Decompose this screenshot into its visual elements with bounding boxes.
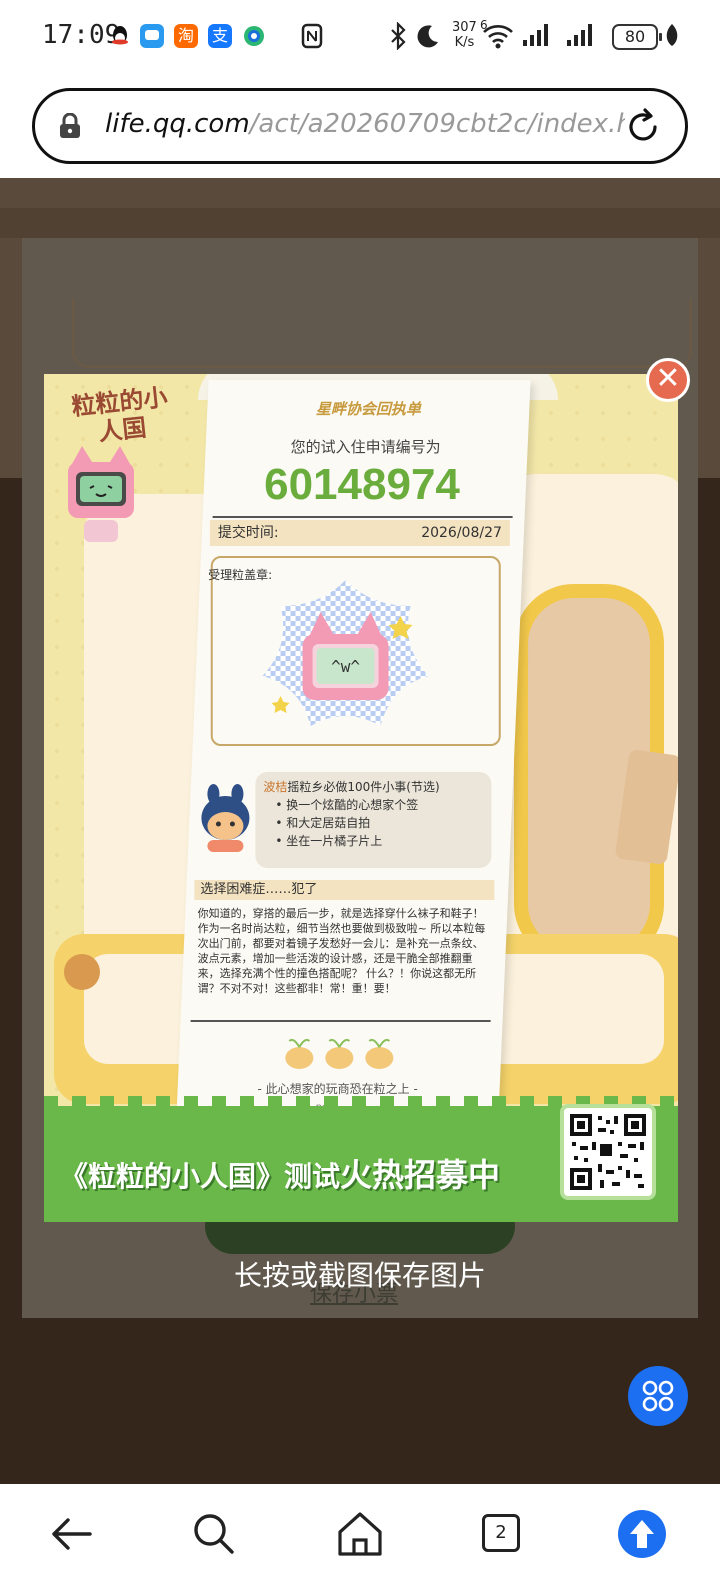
battery-indicator: 80 [612,24,662,50]
receipt-divider-bottom [190,1020,491,1022]
upload-button[interactable] [614,1506,670,1562]
robot-mascot-icon [68,446,134,542]
application-label: 您的试入住申请编号为 [290,438,441,456]
todo-item: 坐在一片橘子片上 [275,832,483,850]
net-speed: 307 K/s [452,20,477,50]
save-image-tip: 长按或截图保存图片 [233,1259,486,1292]
submit-time-value: 2026/08/27 [421,525,502,541]
todo-title-rest: 摇粒乡必做100件小事(节选) [287,780,440,794]
url-host: life.qq.com [105,109,250,139]
todo-item: 和大定居菇自拍 [275,814,483,832]
back-button[interactable] [44,1506,100,1562]
banner-hot: 火热招募中 [340,1156,501,1194]
receipt-paper: 星畔协会回执单 您的试入住申请编号为 60148974 提交时间: 2026/0… [175,380,531,1140]
message-icon [140,24,164,48]
url-text[interactable]: life.qq.com/act/a20260709cbt2c/index.htm… [105,109,625,139]
banner-prefix: 《粒粒的小人国》测试 [60,1160,341,1193]
bluetooth-icon [388,21,408,52]
qq-icon [108,24,132,48]
grid-icon [642,1380,674,1412]
recruit-banner: 《粒粒的小人国》测试火热招募中 [60,1150,500,1196]
signal-icon-2 [566,22,596,52]
bojie-avatar-icon [201,784,250,852]
tabs-button[interactable]: 2 [474,1506,530,1562]
section-title: 选择困难症……犯了 [194,880,495,900]
qr-code-icon [560,1104,656,1200]
wifi-icon: 6 [480,18,514,52]
moon-icon [414,22,440,52]
status-bar: 17:09 淘 支 307 K/s 6 80 [0,0,720,72]
association-title: 星畔协会回执单 [315,400,421,418]
net-speed-value: 307 [452,20,477,35]
todo-list: 换一个炫酷的心想家个签 和大定居菇自拍 坐在一片橘子片上 [263,796,483,850]
net-speed-unit: K/s [454,35,475,50]
story-paragraph: 你知道的，穿搭的最后一步，就是选择穿什么袜子和鞋子！ 作为一名时尚达粒，细节当然… [197,907,486,995]
machine-lever [64,954,100,990]
home-icon [338,1512,382,1556]
edge-icon [242,24,266,48]
todo-title: 波桔摇粒乡必做100件小事(节选) [263,778,483,796]
signal-icon-1 [522,22,552,52]
submit-time-row: 提交时间: 2026/08/27 [209,520,510,546]
submit-time-label: 提交时间: [217,525,279,541]
svg-text:^w^: ^w^ [331,657,360,676]
leaf-icon [664,22,680,52]
receipt-poster[interactable]: 粒粒的小人国 星畔协会回执单 您的试入住申请编号为 60148974 提交时间:… [44,374,678,1222]
alipay-icon: 支 [208,24,232,48]
reload-icon[interactable] [623,107,663,147]
receipt-divider [212,516,513,518]
arrow-up-icon [618,1510,666,1558]
nfc-icon [300,22,324,52]
application-number: 60148974 [264,460,460,509]
lock-icon [60,113,80,138]
taobao-icon: 淘 [174,24,198,48]
receipt-footer: - 此心想家的玩商恐在粒之上 - [257,1082,418,1096]
cat-stamp-icon: ^w^ [262,580,429,726]
search-button[interactable] [186,1506,242,1562]
arrow-left-icon [52,1518,92,1550]
bottom-nav: 2 [0,1484,720,1592]
url-bar[interactable]: life.qq.com/act/a20260709cbt2c/index.htm… [32,88,688,164]
wifi-generation: 6 [480,18,488,32]
close-button[interactable]: ✕ [646,358,690,402]
todo-note: 波桔摇粒乡必做100件小事(节选) 换一个炫酷的心想家个签 和大定居菇自拍 坐在… [255,772,492,868]
home-button[interactable] [332,1506,388,1562]
tab-count: 2 [482,1514,520,1552]
todo-name: 波桔 [263,780,288,794]
sprout-mascots-icon [285,1038,394,1069]
apps-fab-button[interactable] [628,1366,688,1426]
url-path: /act/a20260709cbt2c/index.html [249,109,625,139]
todo-item: 换一个炫酷的心想家个签 [275,796,483,814]
search-icon [194,1514,234,1554]
game-logo: 粒粒的小人国 [70,383,169,447]
